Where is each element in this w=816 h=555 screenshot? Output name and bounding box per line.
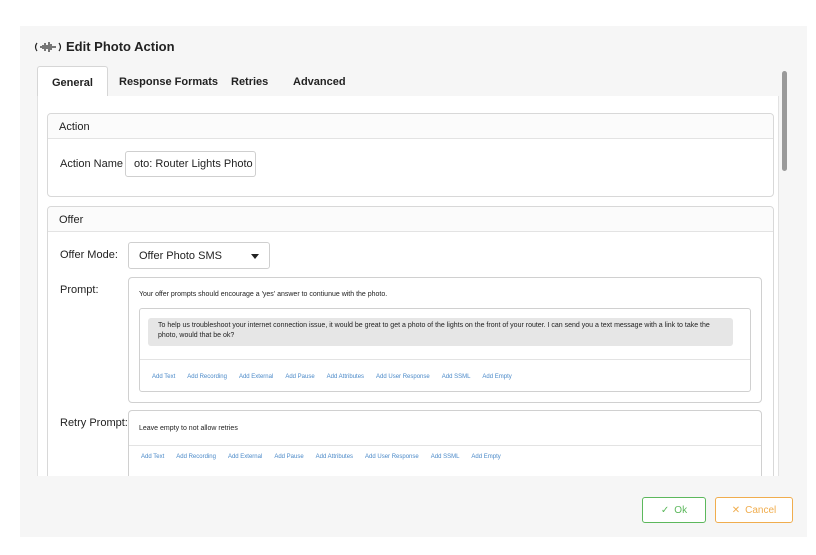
retry-divider: [129, 445, 761, 446]
tab-retries[interactable]: Retries: [231, 66, 268, 96]
add-recording-link[interactable]: Add Recording: [187, 374, 227, 380]
ok-button[interactable]: ✓ Ok: [642, 497, 706, 523]
scrollbar-thumb[interactable]: [782, 71, 787, 171]
offer-mode-value: Offer Photo SMS: [139, 249, 222, 262]
prompt-box: Your offer prompts should encourage a 'y…: [128, 277, 762, 403]
vertical-scrollbar[interactable]: [782, 71, 787, 476]
tab-response-formats[interactable]: Response Formats: [119, 66, 218, 96]
action-section-header: Action: [48, 114, 773, 139]
edit-action-dialog: Edit Photo Action General Response Forma…: [20, 26, 807, 537]
add-user-response-link[interactable]: Add User Response: [365, 454, 419, 460]
prompt-divider: [140, 359, 750, 360]
action-name-input[interactable]: oto: Router Lights Photo: [125, 151, 256, 177]
prompt-label: Prompt:: [60, 284, 99, 296]
prompt-add-links: Add Text Add Recording Add External Add …: [152, 374, 524, 380]
prompt-text-item[interactable]: To help us troubleshoot your internet co…: [148, 318, 733, 346]
sound-wave-icon: [34, 41, 62, 53]
dialog-title: Edit Photo Action: [34, 39, 175, 54]
action-section: Action Action Name oto: Router Lights Ph…: [47, 113, 774, 197]
prompt-editor: To help us troubleshoot your internet co…: [139, 308, 751, 392]
retry-add-links: Add Text Add Recording Add External Add …: [141, 454, 513, 460]
add-external-link[interactable]: Add External: [239, 374, 273, 380]
tab-bar: General Response Formats Retries Advance…: [37, 66, 777, 98]
retry-prompt-hint: Leave empty to not allow retries: [139, 425, 238, 432]
dialog-title-text: Edit Photo Action: [66, 39, 175, 54]
prompt-hint: Your offer prompts should encourage a 'y…: [139, 291, 388, 298]
add-text-link[interactable]: Add Text: [152, 374, 175, 380]
add-pause-link[interactable]: Add Pause: [285, 374, 314, 380]
retry-prompt-box: Leave empty to not allow retries Add Tex…: [128, 410, 762, 476]
cancel-button[interactable]: ✕ Cancel: [715, 497, 793, 523]
add-empty-link[interactable]: Add Empty: [471, 454, 500, 460]
add-text-link[interactable]: Add Text: [141, 454, 164, 460]
add-external-link[interactable]: Add External: [228, 454, 262, 460]
add-pause-link[interactable]: Add Pause: [274, 454, 303, 460]
add-ssml-link[interactable]: Add SSML: [442, 374, 471, 380]
add-attributes-link[interactable]: Add Attributes: [316, 454, 353, 460]
cancel-button-label: Cancel: [745, 504, 777, 516]
add-ssml-link[interactable]: Add SSML: [431, 454, 460, 460]
action-name-label: Action Name: [60, 158, 123, 170]
chevron-down-icon: [251, 254, 259, 259]
add-empty-link[interactable]: Add Empty: [482, 374, 511, 380]
offer-section-header: Offer: [48, 207, 773, 232]
tab-advanced[interactable]: Advanced: [293, 66, 346, 96]
offer-section: Offer Offer Mode: Offer Photo SMS Prompt…: [47, 206, 774, 476]
close-icon: ✕: [731, 504, 741, 516]
offer-mode-select[interactable]: Offer Photo SMS: [128, 242, 270, 269]
add-recording-link[interactable]: Add Recording: [176, 454, 216, 460]
ok-button-label: Ok: [674, 504, 688, 516]
tab-general[interactable]: General: [37, 66, 108, 98]
action-name-value: oto: Router Lights Photo: [134, 158, 253, 170]
add-attributes-link[interactable]: Add Attributes: [327, 374, 364, 380]
retry-prompt-label: Retry Prompt:: [60, 417, 128, 429]
general-tab-panel: Action Action Name oto: Router Lights Ph…: [37, 96, 779, 476]
add-user-response-link[interactable]: Add User Response: [376, 374, 430, 380]
offer-mode-label: Offer Mode:: [60, 249, 118, 261]
check-icon: ✓: [660, 504, 670, 516]
